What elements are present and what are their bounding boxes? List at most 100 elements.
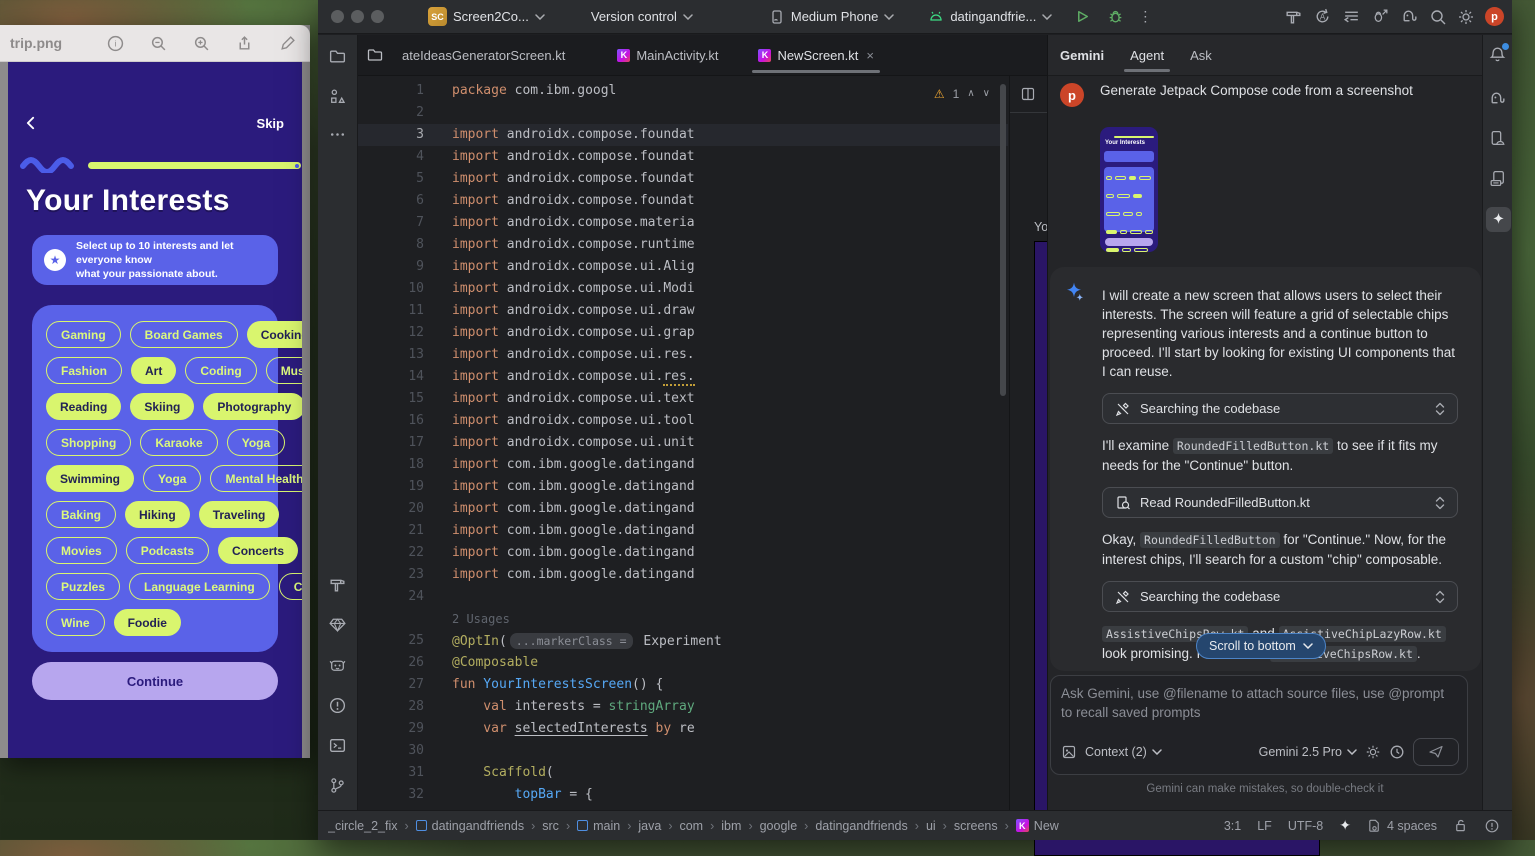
- code-line[interactable]: 31 Scaffold(: [358, 762, 1008, 784]
- code-line[interactable]: 28 val interests = stringArray: [358, 696, 1008, 718]
- send-button[interactable]: [1413, 738, 1459, 766]
- history-icon[interactable]: [1389, 744, 1405, 760]
- inspections-status-icon[interactable]: [1484, 818, 1500, 834]
- code-line[interactable]: 13import androidx.compose.ui.res.: [358, 344, 1008, 366]
- expand-collapse-icon[interactable]: [1435, 402, 1445, 416]
- tool-call-card-searching-the-codebase[interactable]: Searching the codebase: [1102, 581, 1458, 612]
- code-line[interactable]: 9import androidx.compose.ui.Alig: [358, 256, 1008, 278]
- breadcrumb-item-ui[interactable]: ui: [926, 819, 936, 833]
- scroll-to-bottom-button[interactable]: Scroll to bottom: [1196, 633, 1326, 659]
- expand-collapse-icon[interactable]: [1435, 590, 1445, 604]
- gemini-settings-icon[interactable]: [1365, 744, 1381, 760]
- gemini-tool-icon[interactable]: [1486, 207, 1511, 232]
- window-close-button[interactable]: [331, 10, 344, 23]
- breadcrumb-item-java[interactable]: java: [638, 819, 661, 833]
- code-line[interactable]: 5import androidx.compose.foundat: [358, 168, 1008, 190]
- tab-newscreen[interactable]: K NewScreen.kt ×: [746, 35, 886, 75]
- breadcrumb-item-com[interactable]: com: [679, 819, 703, 833]
- back-history-icon[interactable]: [1342, 7, 1361, 26]
- window-zoom-button[interactable]: [371, 10, 384, 23]
- close-tab-icon[interactable]: ×: [866, 48, 874, 63]
- preview-titlebar[interactable]: trip.png: [0, 25, 310, 62]
- notifications-bell-icon[interactable]: [1488, 45, 1507, 64]
- resource-manager-icon[interactable]: [328, 87, 347, 106]
- code-line[interactable]: 30: [358, 740, 1008, 762]
- user-avatar[interactable]: p: [1485, 7, 1504, 26]
- code-line[interactable]: 3import androidx.compose.foundat: [358, 124, 1008, 146]
- gradle-tool-icon[interactable]: [1488, 89, 1507, 108]
- settings-icon[interactable]: [1457, 8, 1475, 26]
- indent-setting[interactable]: 4 spaces: [1367, 818, 1437, 833]
- sync-translate-icon[interactable]: [1313, 7, 1332, 26]
- code-line[interactable]: 16import androidx.compose.ui.tool: [358, 410, 1008, 432]
- screenshot-thumbnail[interactable]: Your Interests: [1100, 127, 1158, 252]
- project-widget[interactable]: SC Screen2Co...: [420, 4, 553, 30]
- code-line[interactable]: 20import com.ibm.google.datingand: [358, 498, 1008, 520]
- line-ending[interactable]: LF: [1257, 819, 1272, 833]
- tab-agent[interactable]: Agent: [1130, 35, 1164, 75]
- problems-tool-icon[interactable]: [328, 696, 347, 715]
- expand-collapse-icon[interactable]: [1435, 496, 1445, 510]
- code-line[interactable]: 10import androidx.compose.ui.Modi: [358, 278, 1008, 300]
- code-line[interactable]: 22import com.ibm.google.datingand: [358, 542, 1008, 564]
- breadcrumb-item-new[interactable]: KNew: [1016, 819, 1059, 833]
- app-quality-insights-icon[interactable]: [328, 615, 347, 634]
- breadcrumb-item-screens[interactable]: screens: [954, 819, 998, 833]
- code-line[interactable]: 26@Composable: [358, 652, 1008, 674]
- project-tool-icon[interactable]: [328, 47, 347, 66]
- zoom-out-icon[interactable]: [150, 35, 167, 52]
- tab-dateideasgeneratorscreen[interactable]: ateIdeasGeneratorScreen.kt: [390, 35, 577, 75]
- breadcrumb[interactable]: _circle_2_fix›datingandfriends›src›main›…: [328, 819, 1059, 833]
- terminal-tool-icon[interactable]: [328, 736, 347, 755]
- select-opened-file-icon[interactable]: [366, 46, 384, 64]
- vcs-widget[interactable]: Version control: [583, 4, 701, 30]
- info-icon[interactable]: [107, 35, 124, 52]
- code-line[interactable]: 6import androidx.compose.foundat: [358, 190, 1008, 212]
- gemini-input-box[interactable]: Context (2) Gemini 2.5 Pro: [1050, 675, 1468, 775]
- model-selector[interactable]: Gemini 2.5 Pro: [1259, 745, 1357, 759]
- studio-bot-icon[interactable]: [328, 656, 347, 675]
- code-line[interactable]: 25@OptIn(...markerClass = Experiment: [358, 630, 1008, 652]
- more-run-options-icon[interactable]: ⋮: [1138, 8, 1152, 25]
- run-configuration-selector[interactable]: datingandfrie...: [920, 4, 1060, 30]
- search-everywhere-icon[interactable]: [1429, 8, 1447, 26]
- running-devices-icon[interactable]: [1488, 169, 1507, 188]
- code-line[interactable]: 21import com.ibm.google.datingand: [358, 520, 1008, 542]
- tab-ask[interactable]: Ask: [1190, 35, 1212, 75]
- file-lock-icon[interactable]: [1453, 818, 1468, 833]
- breadcrumb-item-main[interactable]: main: [577, 819, 620, 833]
- code-line[interactable]: 18import com.ibm.google.datingand: [358, 454, 1008, 476]
- share-icon[interactable]: [236, 35, 253, 52]
- code-line[interactable]: 11import androidx.compose.ui.draw: [358, 300, 1008, 322]
- code-line[interactable]: 1package com.ibm.googl⚠1∧∨: [358, 80, 1008, 102]
- markup-pencil-icon[interactable]: [279, 35, 296, 52]
- tool-call-card-read-roundedfilledbutton-kt[interactable]: Read RoundedFilledButton.kt: [1102, 487, 1458, 518]
- code-line[interactable]: 2: [358, 102, 1008, 124]
- code-line[interactable]: 24: [358, 586, 1008, 608]
- preview-layout-icon[interactable]: [1020, 86, 1036, 102]
- editor-scrollbar[interactable]: [1000, 84, 1006, 396]
- gemini-prompt-input[interactable]: [1061, 684, 1457, 736]
- version-control-tool-icon[interactable]: [328, 776, 347, 795]
- device-manager-icon[interactable]: [1488, 129, 1507, 148]
- code-line[interactable]: 23import com.ibm.google.datingand: [358, 564, 1008, 586]
- usages-inlay-hint[interactable]: 2 Usages: [358, 608, 1008, 630]
- code-editor[interactable]: 1package com.ibm.googl⚠1∧∨23import andro…: [358, 76, 1008, 810]
- context-selector[interactable]: Context (2): [1085, 745, 1162, 759]
- code-line[interactable]: 12import androidx.compose.ui.grap: [358, 322, 1008, 344]
- code-line[interactable]: 15import androidx.compose.ui.text: [358, 388, 1008, 410]
- breadcrumb-item-google[interactable]: google: [760, 819, 798, 833]
- caret-position[interactable]: 3:1: [1224, 819, 1241, 833]
- breadcrumb-item-datingandfriends[interactable]: datingandfriends: [815, 819, 907, 833]
- code-line[interactable]: 27fun YourInterestsScreen() {: [358, 674, 1008, 696]
- code-line[interactable]: 29 var selectedInterests by re: [358, 718, 1008, 740]
- code-line[interactable]: 32 topBar = {: [358, 784, 1008, 806]
- file-encoding[interactable]: UTF-8: [1288, 819, 1323, 833]
- code-line[interactable]: 4import androidx.compose.foundat: [358, 146, 1008, 168]
- device-selector[interactable]: Medium Phone: [761, 4, 902, 30]
- gradle-sync-icon[interactable]: [1400, 7, 1419, 26]
- tool-call-card-searching-the-codebase[interactable]: Searching the codebase: [1102, 393, 1458, 424]
- breadcrumb-item-datingandfriends[interactable]: datingandfriends: [416, 819, 524, 833]
- zoom-in-icon[interactable]: [193, 35, 210, 52]
- build-icon[interactable]: [1284, 7, 1303, 26]
